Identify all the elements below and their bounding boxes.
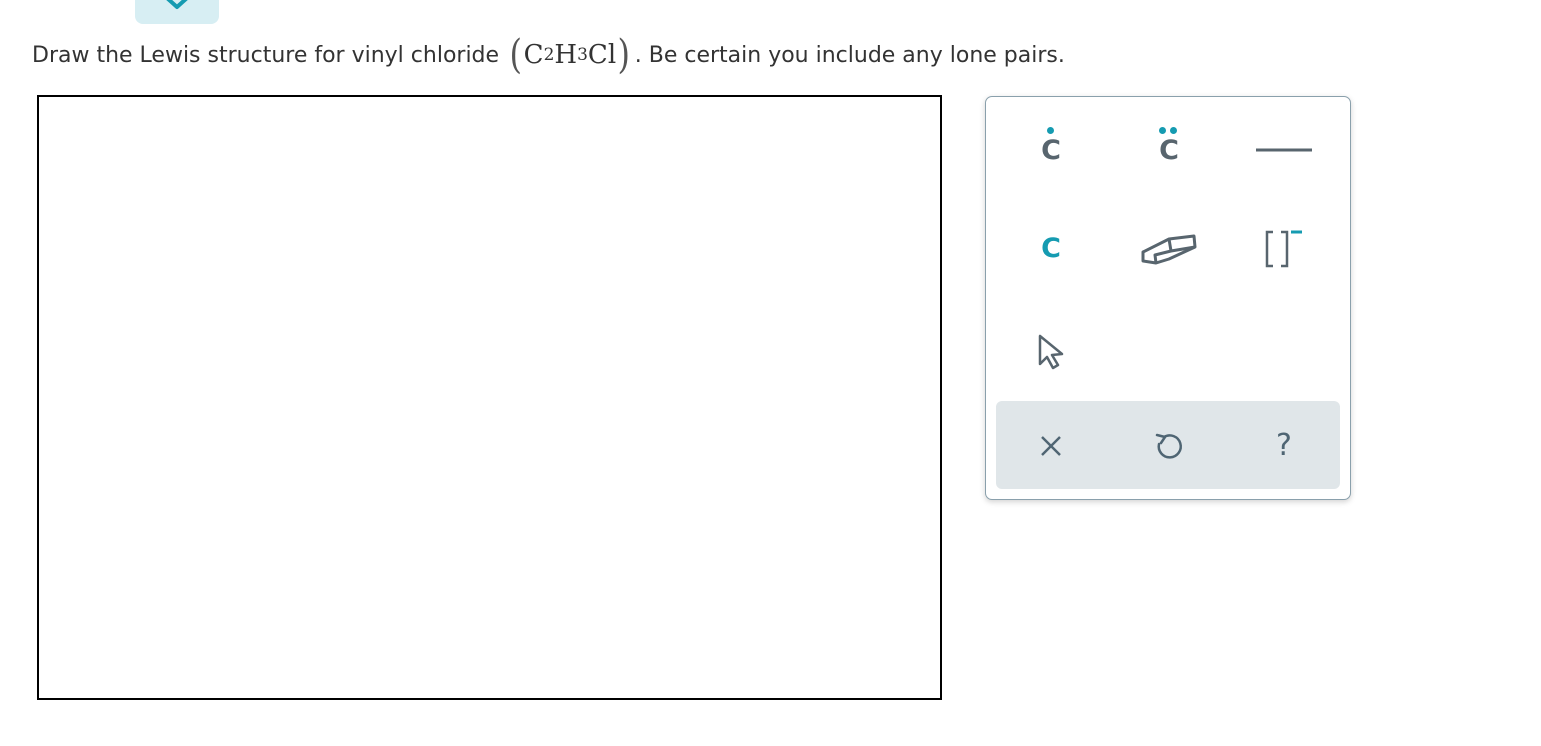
help-button[interactable]: ?: [1244, 411, 1324, 481]
formula-chlorine: Cl: [587, 40, 617, 70]
drawing-canvas[interactable]: [37, 95, 942, 700]
collapse-tab[interactable]: [135, 0, 219, 24]
tool-atom-label: C: [1041, 134, 1061, 166]
tool-atom-label: C: [1159, 134, 1179, 166]
formula-close-paren: ): [617, 32, 631, 78]
bond-tool[interactable]: [1244, 115, 1324, 185]
undo-button[interactable]: [1129, 411, 1209, 481]
question-prompt: Draw the Lewis structure for vinyl chlor…: [32, 32, 1065, 78]
eraser-icon: [1141, 234, 1197, 265]
lone-pair-icon: C: [1159, 126, 1179, 166]
help-icon: ?: [1276, 428, 1292, 463]
single-bond-icon: [1256, 148, 1312, 152]
close-icon: [1041, 436, 1061, 456]
action-bar: ?: [996, 401, 1340, 489]
select-tool[interactable]: [1011, 317, 1091, 387]
formula-hydrogen-count: 3: [577, 45, 588, 65]
chevron-down-icon: [166, 0, 188, 9]
formula-hydrogen: H: [554, 40, 578, 70]
charge-bracket-tool[interactable]: [1244, 213, 1324, 283]
formula-open-paren: (: [509, 32, 523, 78]
question-text-before: Draw the Lewis structure for vinyl chlor…: [32, 42, 500, 68]
bracket-charge-icon: [1265, 230, 1302, 268]
eraser-tool[interactable]: [1129, 213, 1209, 283]
drawing-palette: C C C ?: [985, 96, 1351, 500]
chemical-formula: ( C2 H3 Cl ): [508, 35, 632, 75]
carbon-atom-tool[interactable]: C: [1011, 213, 1091, 283]
cursor-arrow-icon: [1038, 334, 1064, 370]
clear-button[interactable]: [1011, 411, 1091, 481]
radical-dot-icon: C: [1041, 126, 1061, 166]
formula-carbon-count: 2: [543, 45, 555, 65]
lone-pair-tool[interactable]: C: [1129, 115, 1209, 185]
question-text-after: . Be certain you include any lone pairs.: [634, 42, 1065, 68]
formula-carbon: C: [523, 40, 544, 70]
undo-icon: [1155, 433, 1182, 459]
carbon-atom-label: C: [1041, 232, 1061, 264]
single-electron-tool[interactable]: C: [1011, 115, 1091, 185]
